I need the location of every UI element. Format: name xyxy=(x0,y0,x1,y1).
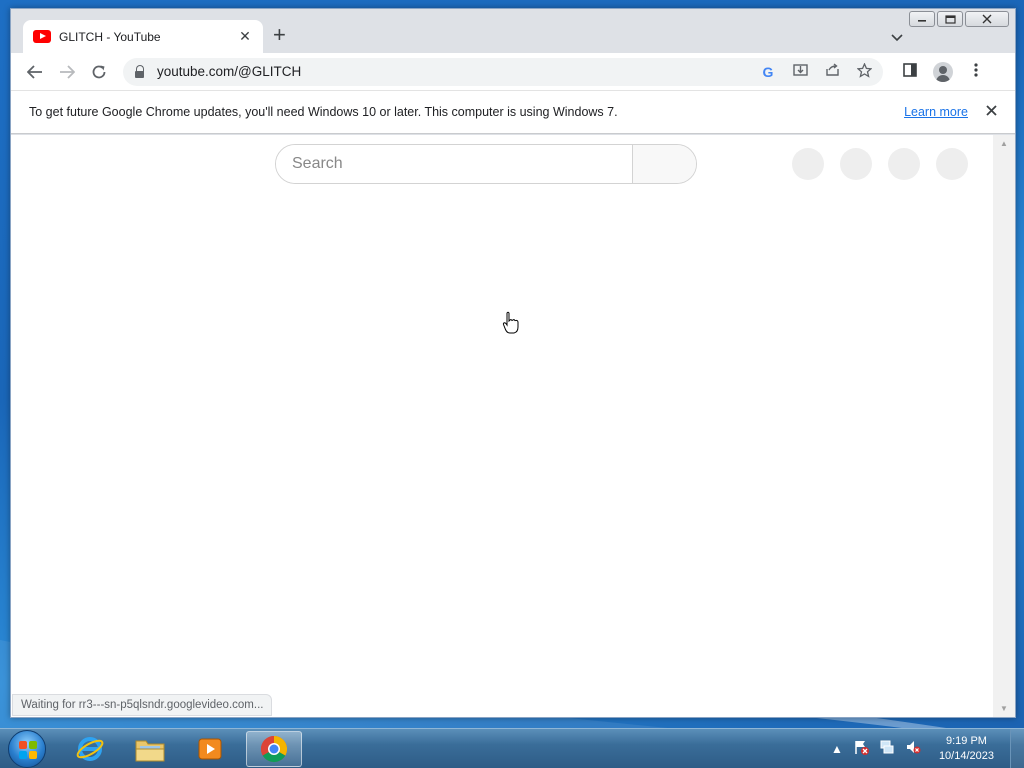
status-bubble: Waiting for rr3---sn-p5qlsndr.googlevide… xyxy=(12,694,273,716)
youtube-search-box xyxy=(275,144,697,184)
chrome-window: GLITCH - YouTube ✕ + youtube.com/@GLITCH… xyxy=(10,8,1016,718)
tab-search-chevron-icon[interactable] xyxy=(891,31,903,45)
update-infobar: To get future Google Chrome updates, you… xyxy=(11,90,1015,134)
toolbar-actions xyxy=(901,61,985,82)
side-panel-icon[interactable] xyxy=(901,62,919,81)
omnibox-actions: G xyxy=(759,61,873,81)
placeholder-circle xyxy=(840,148,872,180)
volume-muted-icon[interactable] xyxy=(905,739,921,760)
address-bar[interactable]: youtube.com/@GLITCH G xyxy=(123,57,883,86)
tab-strip: GLITCH - YouTube ✕ + xyxy=(11,9,1015,53)
menu-icon[interactable] xyxy=(967,62,985,81)
google-lens-icon[interactable]: G xyxy=(759,64,777,80)
clock-time: 9:19 PM xyxy=(945,735,987,747)
infobar-message: To get future Google Chrome updates, you… xyxy=(29,105,618,119)
tab-title: GLITCH - YouTube xyxy=(59,29,161,44)
show-hidden-icons-icon[interactable]: ▲ xyxy=(831,742,843,756)
install-icon[interactable] xyxy=(791,63,809,80)
reload-button[interactable] xyxy=(83,56,115,88)
taskbar-clock[interactable]: 9:19 PM 10/14/2023 xyxy=(939,734,994,764)
close-window-button[interactable] xyxy=(965,11,1009,27)
minimize-button[interactable] xyxy=(909,11,935,27)
tab-youtube[interactable]: GLITCH - YouTube ✕ xyxy=(23,20,263,53)
forward-button[interactable] xyxy=(51,56,83,88)
youtube-favicon-icon xyxy=(33,30,51,43)
taskbar: ▲ 9:19 PM 10/14/2023 xyxy=(0,728,1024,768)
bookmark-star-icon[interactable] xyxy=(855,61,873,81)
learn-more-link[interactable]: Learn more xyxy=(904,105,968,119)
hand-cursor-icon xyxy=(502,311,519,334)
infobar-close-icon[interactable] xyxy=(986,103,997,121)
search-button[interactable] xyxy=(632,145,696,183)
start-button[interactable] xyxy=(8,730,46,768)
media-player-icon[interactable] xyxy=(182,731,238,767)
lock-icon[interactable] xyxy=(133,64,147,79)
back-button[interactable] xyxy=(19,56,51,88)
page-content: Waiting for rr3---sn-p5qlsndr.googlevide… xyxy=(11,135,993,717)
placeholder-circle xyxy=(888,148,920,180)
search-input[interactable] xyxy=(276,145,632,183)
action-center-flag-icon[interactable] xyxy=(853,739,869,760)
browser-toolbar: youtube.com/@GLITCH G xyxy=(11,53,1015,90)
share-icon[interactable] xyxy=(823,63,841,80)
network-icon[interactable] xyxy=(879,739,895,760)
tab-close-icon[interactable]: ✕ xyxy=(237,28,253,45)
system-tray: ▲ 9:19 PM 10/14/2023 xyxy=(831,729,994,768)
url-text[interactable]: youtube.com/@GLITCH xyxy=(157,64,759,79)
file-explorer-icon[interactable] xyxy=(122,731,178,767)
new-tab-button[interactable]: + xyxy=(273,24,286,46)
header-icon-placeholders xyxy=(792,148,968,180)
windows-logo-icon xyxy=(19,741,37,759)
window-controls xyxy=(909,11,1009,27)
vertical-scrollbar[interactable]: ▲ ▼ xyxy=(993,135,1015,717)
internet-explorer-icon[interactable] xyxy=(62,731,118,767)
show-desktop-button[interactable] xyxy=(1010,729,1024,768)
scroll-down-arrow-icon[interactable]: ▼ xyxy=(1000,704,1008,713)
scroll-up-arrow-icon[interactable]: ▲ xyxy=(1000,139,1008,148)
placeholder-circle xyxy=(792,148,824,180)
maximize-button[interactable] xyxy=(937,11,963,27)
clock-date: 10/14/2023 xyxy=(938,750,994,762)
chrome-icon[interactable] xyxy=(246,731,302,767)
profile-icon[interactable] xyxy=(933,61,953,82)
placeholder-circle xyxy=(936,148,968,180)
